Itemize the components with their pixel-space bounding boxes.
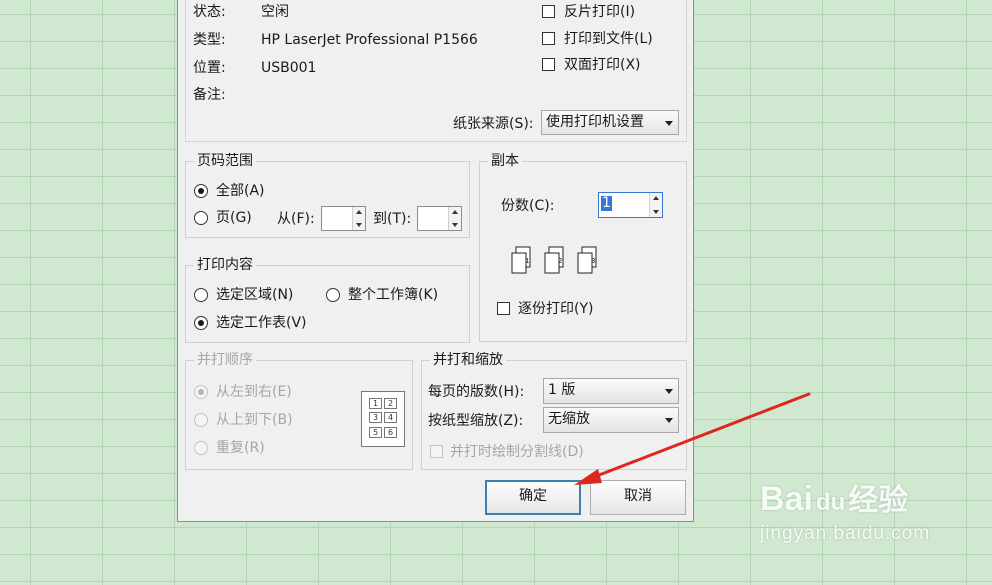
watermark-url: jingyan.baidu.com (760, 523, 931, 544)
where-label: 位置: (193, 60, 226, 76)
duplex-checkbox[interactable] (542, 58, 555, 71)
comment-label: 备注: (193, 87, 226, 103)
page-range-title: 页码范围 (194, 152, 256, 170)
top-to-bottom-label: 从上到下(B) (216, 412, 293, 428)
copy-page-1: 1 (525, 257, 529, 265)
stepper-buttons[interactable] (352, 207, 365, 230)
sheet-radio[interactable] (194, 316, 208, 330)
copies-count-value: 1 (601, 195, 612, 211)
order-cell-4: 4 (384, 412, 397, 423)
selection-radio[interactable] (194, 288, 208, 302)
status-value: 空闲 (261, 4, 289, 20)
order-cell-1: 1 (369, 398, 382, 409)
where-value: USB001 (261, 60, 317, 76)
order-cell-6: 6 (384, 427, 397, 438)
copy-page-3: 3 (591, 257, 595, 265)
paper-source-select[interactable]: 使用打印机设置 (541, 110, 679, 135)
print-to-file-checkbox[interactable] (542, 32, 555, 45)
status-label: 状态: (193, 4, 226, 20)
copies-title: 副本 (488, 152, 522, 170)
order-cell-5: 5 (369, 427, 382, 438)
to-label: 到(T): (373, 211, 412, 227)
selection-label: 选定区域(N) (216, 287, 294, 303)
pages-label: 页(G) (216, 210, 252, 226)
workbook-radio[interactable] (326, 288, 340, 302)
repeat-radio[interactable] (194, 441, 208, 455)
collate-label: 逐份打印(Y) (518, 301, 594, 317)
copies-count-label: 份数(C): (501, 198, 555, 214)
order-cell-3: 3 (369, 412, 382, 423)
order-preview-icon: 1 2 3 4 5 6 (361, 391, 405, 447)
baidu-watermark: Bai du 经验 jingyan.baidu.com (760, 480, 930, 546)
reverse-print-label: 反片打印(I) (564, 4, 636, 20)
print-what-title: 打印内容 (194, 256, 256, 274)
type-value: HP LaserJet Professional P1566 (261, 32, 478, 48)
repeat-label: 重复(R) (216, 440, 265, 456)
scale-label: 按纸型缩放(Z): (428, 413, 524, 429)
copy-page-2: 2 (558, 257, 562, 265)
all-pages-label: 全部(A) (216, 183, 265, 199)
paw-icon: du (815, 489, 846, 516)
type-label: 类型: (193, 32, 226, 48)
copies-count-stepper[interactable]: 1 (598, 192, 663, 218)
divider-checkbox[interactable] (430, 445, 443, 458)
sheet-label: 选定工作表(V) (216, 315, 307, 331)
collate-checkbox[interactable] (497, 302, 510, 315)
pages-per-sheet-label: 每页的版数(H): (428, 384, 525, 400)
workbook-label: 整个工作簿(K) (348, 287, 439, 303)
paper-source-label: 纸张来源(S): (453, 116, 534, 132)
to-page-stepper[interactable] (417, 206, 462, 231)
watermark-brand: Bai (760, 480, 813, 518)
order-cell-2: 2 (384, 398, 397, 409)
duplex-label: 双面打印(X) (564, 57, 641, 73)
stepper-buttons[interactable] (649, 193, 662, 217)
all-pages-radio[interactable] (194, 184, 208, 198)
stepper-buttons[interactable] (448, 207, 461, 230)
order-title: 并打顺序 (194, 351, 256, 369)
reverse-print-checkbox[interactable] (542, 5, 555, 18)
left-to-right-label: 从左到右(E) (216, 384, 292, 400)
left-to-right-radio[interactable] (194, 385, 208, 399)
paper-source-value: 使用打印机设置 (546, 114, 644, 130)
watermark-cn: 经验 (848, 484, 909, 517)
print-to-file-label: 打印到文件(L) (564, 31, 653, 47)
from-label: 从(F): (277, 211, 315, 227)
annotation-arrow (574, 392, 811, 485)
collate-pages-icon: 1 2 3 (511, 246, 597, 274)
top-to-bottom-radio[interactable] (194, 413, 208, 427)
from-page-stepper[interactable] (321, 206, 366, 231)
pages-radio[interactable] (194, 211, 208, 225)
zoom-title: 并打和缩放 (430, 351, 506, 369)
chevron-down-icon (665, 121, 673, 126)
